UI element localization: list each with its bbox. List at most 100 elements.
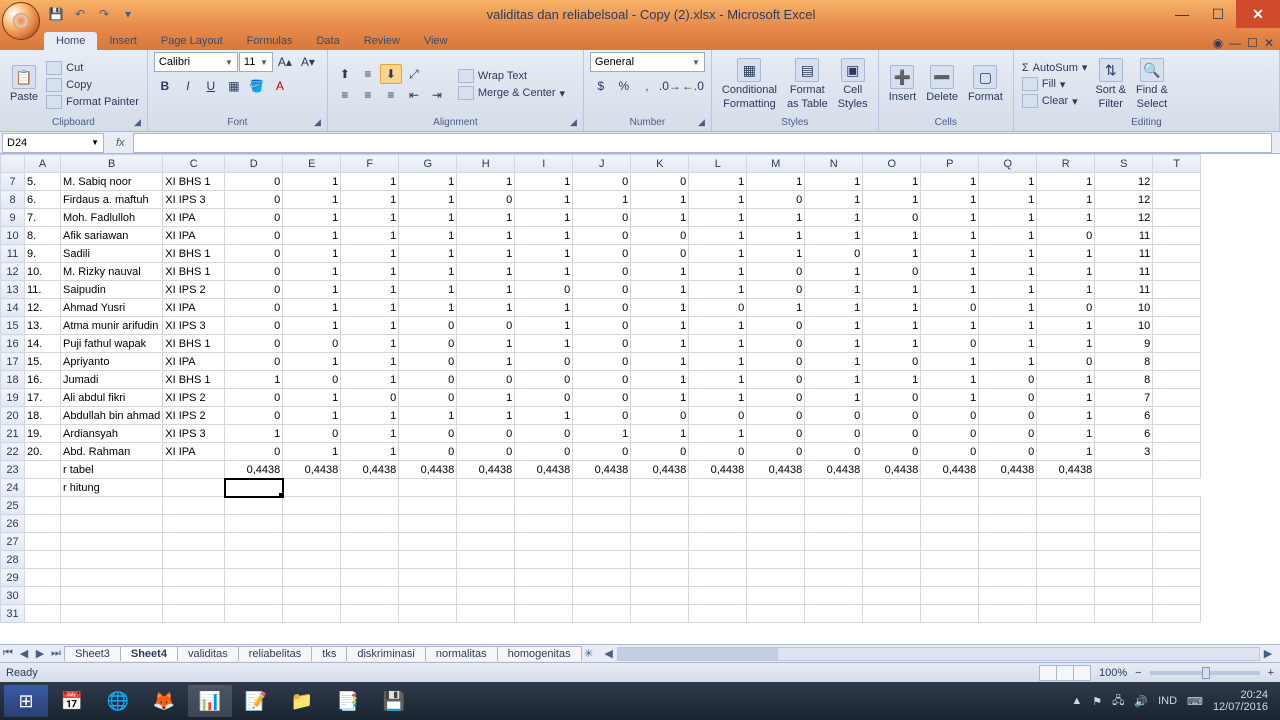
sheet-tab[interactable]: validitas: [177, 646, 239, 661]
cell[interactable]: [341, 515, 399, 533]
cell[interactable]: 0: [1037, 227, 1095, 245]
cell[interactable]: 1: [515, 245, 573, 263]
cell[interactable]: [805, 533, 863, 551]
cell[interactable]: 0,4438: [341, 461, 399, 479]
cell[interactable]: 0: [573, 443, 631, 461]
increase-decimal-icon[interactable]: .0→: [659, 76, 681, 96]
row-header[interactable]: 7: [1, 173, 25, 191]
cell[interactable]: [863, 605, 921, 623]
row-header[interactable]: 16: [1, 335, 25, 353]
cell[interactable]: [1153, 209, 1201, 227]
cell[interactable]: 1: [979, 191, 1037, 209]
zoom-in-icon[interactable]: +: [1268, 667, 1274, 679]
cell[interactable]: [25, 587, 61, 605]
cell[interactable]: [25, 515, 61, 533]
cell[interactable]: 1: [979, 245, 1037, 263]
cell[interactable]: [163, 605, 225, 623]
cell[interactable]: 1: [979, 299, 1037, 317]
cell[interactable]: [1037, 533, 1095, 551]
cell[interactable]: [1153, 245, 1201, 263]
cell[interactable]: 1: [631, 353, 689, 371]
cell[interactable]: [1153, 281, 1201, 299]
row-header[interactable]: 23: [1, 461, 25, 479]
cell[interactable]: 1: [689, 245, 747, 263]
cell[interactable]: 1: [457, 353, 515, 371]
tray-flag-icon[interactable]: ⚑: [1092, 695, 1102, 708]
cell[interactable]: 0: [573, 317, 631, 335]
cell[interactable]: [805, 605, 863, 623]
cell[interactable]: 1: [689, 353, 747, 371]
cell[interactable]: 0: [863, 263, 921, 281]
cell[interactable]: 1: [399, 191, 457, 209]
cell[interactable]: [1153, 353, 1201, 371]
cell[interactable]: 0: [921, 335, 979, 353]
cell[interactable]: 0,4438: [689, 461, 747, 479]
cell[interactable]: [863, 533, 921, 551]
row-header[interactable]: 10: [1, 227, 25, 245]
cell[interactable]: [631, 569, 689, 587]
cell[interactable]: [1037, 569, 1095, 587]
cell[interactable]: XI IPA: [163, 209, 225, 227]
cell[interactable]: 1: [457, 227, 515, 245]
cell[interactable]: 1: [747, 245, 805, 263]
cell[interactable]: [341, 605, 399, 623]
cell[interactable]: 1: [921, 191, 979, 209]
cell[interactable]: [61, 551, 163, 569]
cell[interactable]: 8: [1095, 353, 1153, 371]
cell[interactable]: [1153, 515, 1201, 533]
redo-icon[interactable]: ↷: [94, 4, 114, 24]
cell[interactable]: Ahmad Yusri: [61, 299, 163, 317]
cell[interactable]: 1: [1037, 173, 1095, 191]
align-bottom-icon[interactable]: ⬇: [380, 64, 402, 84]
cell[interactable]: 1: [921, 173, 979, 191]
cell[interactable]: 0: [573, 227, 631, 245]
cell[interactable]: XI IPA: [163, 227, 225, 245]
cell[interactable]: 1: [689, 425, 747, 443]
cell[interactable]: [573, 479, 631, 497]
cell[interactable]: [1153, 551, 1201, 569]
cell[interactable]: [457, 479, 515, 497]
cell[interactable]: [515, 587, 573, 605]
cell[interactable]: 1: [1037, 209, 1095, 227]
cell[interactable]: 0: [225, 263, 283, 281]
cell[interactable]: [689, 479, 747, 497]
format-painter-button[interactable]: Format Painter: [44, 94, 141, 110]
cell[interactable]: [283, 479, 341, 497]
cell[interactable]: 1: [1037, 191, 1095, 209]
cell[interactable]: [1037, 587, 1095, 605]
cell[interactable]: 1: [631, 263, 689, 281]
col-header[interactable]: I: [515, 155, 573, 173]
cell[interactable]: [341, 479, 399, 497]
cell[interactable]: [1153, 569, 1201, 587]
cell[interactable]: 0: [399, 371, 457, 389]
cell[interactable]: 10.: [25, 263, 61, 281]
cell[interactable]: [399, 551, 457, 569]
cell[interactable]: 0: [805, 245, 863, 263]
cell[interactable]: [341, 533, 399, 551]
cell[interactable]: [1153, 173, 1201, 191]
cell[interactable]: 0: [573, 371, 631, 389]
cell[interactable]: 1: [921, 371, 979, 389]
cell[interactable]: Sadili: [61, 245, 163, 263]
currency-icon[interactable]: $: [590, 76, 612, 96]
zoom-slider[interactable]: [1150, 671, 1260, 675]
cell[interactable]: 1: [921, 263, 979, 281]
cell[interactable]: 0,4438: [573, 461, 631, 479]
cell[interactable]: 0: [399, 443, 457, 461]
cell[interactable]: 0: [747, 353, 805, 371]
cell[interactable]: 3: [1095, 443, 1153, 461]
cell[interactable]: [805, 587, 863, 605]
cell[interactable]: [689, 605, 747, 623]
cell[interactable]: 1: [399, 173, 457, 191]
cell[interactable]: [1095, 587, 1153, 605]
insert-cells-button[interactable]: ➕Insert: [885, 65, 921, 104]
cell[interactable]: 0: [747, 335, 805, 353]
normal-view-icon[interactable]: [1039, 665, 1057, 681]
cell[interactable]: 0: [1037, 353, 1095, 371]
cell[interactable]: 20.: [25, 443, 61, 461]
col-header[interactable]: C: [163, 155, 225, 173]
cell[interactable]: 1: [283, 299, 341, 317]
cell[interactable]: 0: [515, 443, 573, 461]
font-dialog-icon[interactable]: ◢: [314, 117, 321, 128]
cell[interactable]: 1: [341, 317, 399, 335]
